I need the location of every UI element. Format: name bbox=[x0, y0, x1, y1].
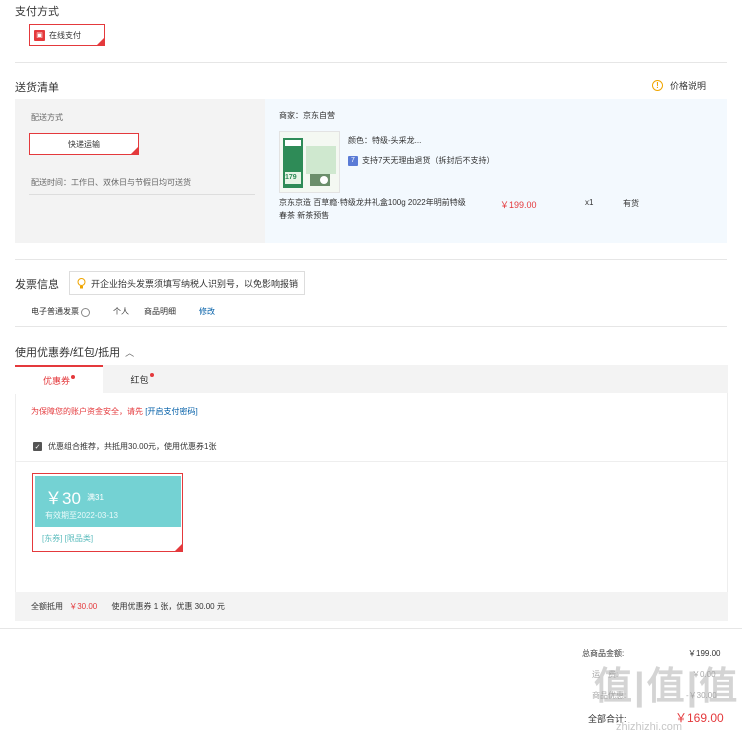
new-dot bbox=[149, 373, 154, 377]
divider bbox=[29, 194, 255, 195]
delivery-time-text: 配送时间：工作日、双休日与节假日均可送货 bbox=[31, 178, 191, 187]
selected-corner bbox=[96, 37, 105, 46]
shipping-method-text: 快递运输 bbox=[68, 139, 100, 149]
coupon-card-header: ￥30 满31 有效期至2022-03-13 bbox=[35, 476, 181, 527]
product-name[interactable]: 京东京造 百草瘾·特级龙井礼盒100g 2022年明前特级春茶 新茶预售 bbox=[279, 196, 469, 222]
coupon-footer-label: 全额抵用 bbox=[31, 602, 63, 611]
product-quantity: x1 bbox=[585, 198, 594, 207]
coupon-expiry: 有效期至2022-03-13 bbox=[45, 511, 118, 520]
new-dot bbox=[71, 374, 75, 379]
coupon-footer-desc: 使用优惠券 1 张，优惠 30.00 元 bbox=[111, 602, 225, 611]
bulb-icon bbox=[77, 277, 86, 288]
price-help-label: 价格说明 bbox=[669, 81, 706, 91]
invoice-title: 发票信息 bbox=[15, 279, 59, 291]
delivery-title: 送货清单 bbox=[15, 82, 59, 94]
divider bbox=[15, 62, 727, 63]
invoice-tip: 开企业抬头发票须填写纳税人识别号，以免影响报销 bbox=[69, 271, 305, 295]
shipping-method-label: 配送方式 bbox=[31, 113, 63, 122]
help-circle-icon[interactable] bbox=[81, 308, 90, 317]
coupon-footer-amount: ￥30.00 bbox=[69, 602, 98, 611]
divider bbox=[15, 326, 727, 327]
selected-corner bbox=[130, 146, 139, 155]
security-notice-text: 为保障您的账户资金安全，请先 bbox=[31, 407, 143, 416]
return-icon: 7 bbox=[348, 155, 358, 166]
security-notice: 为保障您的账户资金安全，请先 [开启支付密码] bbox=[31, 406, 198, 417]
invoice-tip-text: 开企业抬头发票须填写纳税人识别号，以免影响报销 bbox=[91, 278, 299, 289]
product-image-art bbox=[280, 132, 339, 192]
watermark-logo: 值|值|值 bbox=[594, 666, 740, 708]
payment-title: 支付方式 bbox=[15, 6, 59, 18]
checkbox-checked[interactable]: ✓ bbox=[33, 442, 42, 451]
product-stock: 有货 bbox=[623, 199, 639, 208]
chevron-up-icon: ︿ bbox=[125, 347, 135, 358]
selected-corner bbox=[174, 543, 183, 552]
watermark: 值|值|值 zhizhizhi.com bbox=[590, 655, 742, 735]
tab-redpacket[interactable]: 红包 bbox=[103, 365, 181, 393]
coupon-combo-text: 优惠组合推荐，共抵用30.00元，使用优惠券1张 bbox=[48, 442, 217, 451]
coupon-amount: ￥30 bbox=[45, 489, 81, 508]
product-image-badge: 179 bbox=[285, 174, 297, 181]
shipping-method-button[interactable]: 快递运输 bbox=[29, 133, 139, 155]
return-policy: 7 支持7天无理由退货（拆封后不支持） bbox=[348, 155, 494, 166]
invoice-person: 个人 bbox=[113, 307, 129, 316]
payment-option-label: 在线支付 bbox=[49, 30, 81, 40]
coupon-section-title: 使用优惠券/红包/抵用 bbox=[15, 347, 121, 359]
merchant-name: 商家：京东自营 bbox=[279, 111, 335, 120]
invoice-type: 电子普通发票 bbox=[31, 306, 90, 317]
return-policy-text: 支持7天无理由退货（拆封后不支持） bbox=[362, 156, 495, 165]
card-icon: ▣ bbox=[34, 29, 45, 41]
info-icon: ! bbox=[651, 80, 663, 91]
tab-coupon[interactable]: 优惠券 bbox=[15, 365, 103, 394]
invoice-detail: 商品明细 bbox=[144, 307, 176, 316]
product-image[interactable]: 179 bbox=[279, 131, 340, 193]
product-price: ￥199.00 bbox=[500, 200, 537, 210]
watermark-url: zhizhizhi.com bbox=[616, 721, 683, 733]
product-color: 颜色：特级-头采龙... bbox=[348, 136, 422, 145]
coupon-section-toggle[interactable]: 使用优惠券/红包/抵用 ︿ bbox=[15, 344, 134, 360]
tab-coupon-label: 优惠券 bbox=[42, 376, 70, 386]
coupon-tags: [东券] [限品类] bbox=[42, 534, 94, 543]
price-help-link[interactable]: ! 价格说明 bbox=[651, 79, 706, 92]
divider bbox=[15, 259, 727, 260]
divider bbox=[16, 461, 727, 462]
tab-redpacket-label: 红包 bbox=[130, 374, 149, 385]
coupon-card[interactable]: ￥30 满31 有效期至2022-03-13 [东券] [限品类] bbox=[32, 473, 183, 552]
coupon-condition: 满31 bbox=[87, 493, 104, 502]
invoice-type-text: 电子普通发票 bbox=[31, 307, 79, 316]
coupon-footer-summary: 全额抵用 ￥30.00 使用优惠券 1 张，优惠 30.00 元 bbox=[31, 601, 225, 612]
coupon-combo[interactable]: ✓ 优惠组合推荐，共抵用30.00元，使用优惠券1张 bbox=[33, 441, 216, 452]
payment-option-online[interactable]: ▣ 在线支付 bbox=[29, 24, 105, 46]
invoice-edit-link[interactable]: 修改 bbox=[199, 306, 215, 317]
enable-pay-password-link[interactable]: [开启支付密码] bbox=[145, 407, 197, 416]
